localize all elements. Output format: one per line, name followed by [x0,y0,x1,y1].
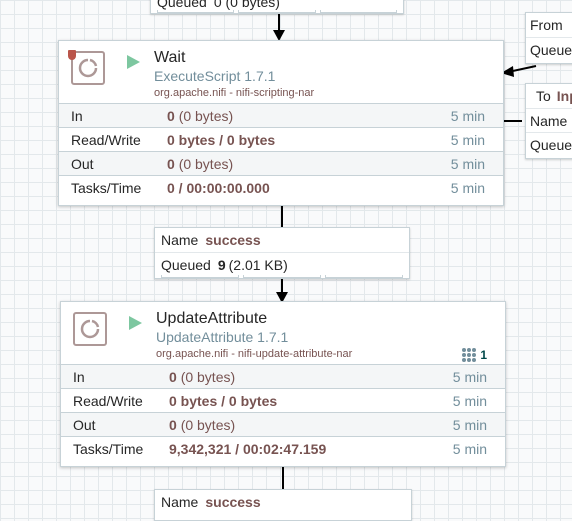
queued-value: 0 (0 bytes) [213,0,280,10]
name-label: Name [530,112,568,129]
stat-bold: 0 [169,416,177,433]
stat-bold: 9,342,321 / 00:02:47.159 [169,441,327,457]
name-label: Name [161,232,199,248]
stat-label: In [71,107,83,124]
connection-queued-row: Queued 9 (2.01 KB) [155,252,409,276]
running-icon [129,316,142,330]
top-connection-label[interactable]: Queued 0 (0 bytes) [150,0,404,14]
stat-rest: (0 bytes) [178,107,234,124]
active-threads: 1 [462,348,487,362]
stat-row-out: Out 0 (0 bytes) 5 min [59,152,503,176]
name-row: Name [526,108,572,132]
processor-gear-icon [71,51,105,85]
queued-label: Queue [530,136,572,153]
stat-time: 5 min [450,180,485,196]
queued-label: Queue [530,41,572,58]
processor-name: UpdateAttribute [156,310,268,327]
stat-label: Out [71,155,94,172]
stat-label: Tasks/Time [73,441,144,457]
processor-updateattribute[interactable]: UpdateAttribute UpdateAttribute 1.7.1 or… [60,301,506,467]
processor-type: UpdateAttribute 1.7.1 [156,329,289,345]
stat-row-tasks: Tasks/Time 9,342,321 / 00:02:47.159 5 mi… [61,437,505,461]
stat-value: 9,342,321 / 00:02:47.159 [169,441,326,457]
name-label: Name [161,494,199,510]
queued-count: 9 [217,256,226,273]
from-row: From [526,13,572,37]
stat-time: 5 min [450,131,485,148]
queued-label: Queued [157,0,207,10]
stat-row-in: In 0 (0 bytes) 5 min [59,104,503,128]
side-connection-from[interactable]: From Queue [525,12,572,64]
stat-time: 5 min [452,416,487,433]
bottom-connection-label[interactable]: Name success [154,489,412,521]
from-label: From [530,17,563,33]
stat-bold: 0 [169,368,177,385]
stat-row-readwrite: Read/Write 0 bytes / 0 bytes 5 min [59,128,503,152]
to-label-text: To [536,88,551,104]
queued-row: Queue [526,37,572,61]
to-row: To Inp [526,84,572,108]
stat-label: In [73,368,85,385]
processor-bundle: org.apache.nifi - nifi-update-attribute-… [156,348,353,360]
stat-rest: (0 bytes) [180,416,236,433]
stat-value: 0 (0 bytes) [167,108,233,124]
stat-value: 0 (0 bytes) [169,417,235,433]
stat-row-tasks: Tasks/Time 0 / 00:00:00.000 5 min [59,176,503,200]
stat-bold: 0 [167,155,175,172]
stat-bold: 0 [167,107,175,124]
to-value: Inp [556,88,572,104]
queued-size: (2.01 KB) [228,256,288,273]
relationship-name: success [205,232,261,248]
processor-wait[interactable]: Wait ExecuteScript 1.7.1 org.apache.nifi… [58,40,504,206]
bulletin-icon[interactable] [68,50,76,60]
processor-type: ExecuteScript 1.7.1 [154,68,276,84]
stat-bold: 0 bytes / 0 bytes [167,131,276,148]
relationship-name: success [205,494,261,510]
stat-label: Out [73,416,96,433]
stat-time: 5 min [452,392,487,409]
flow-canvas[interactable]: Queued 0 (0 bytes) Wait ExecuteScript 1.… [0,0,572,521]
stat-label: Read/Write [73,392,143,409]
processor-stats: In 0 (0 bytes) 5 min Read/Write 0 bytes … [61,364,505,461]
stat-time: 5 min [452,441,487,457]
processor-gear-icon [73,312,107,346]
connection-name-row: Name success [155,490,411,514]
stat-time: 5 min [450,107,485,124]
processor-name: Wait [154,49,186,66]
stat-row-out: Out 0 (0 bytes) 5 min [61,413,505,437]
stat-rest: (0 bytes) [180,368,236,385]
connection-name-row: Name success [155,228,409,252]
running-icon [127,55,140,69]
queue-bar [157,10,397,13]
stat-value: 0 bytes / 0 bytes [167,132,275,148]
stat-label: Read/Write [71,131,141,148]
processor-stats: In 0 (0 bytes) 5 min Read/Write 0 bytes … [59,103,503,200]
success-connection-label[interactable]: Name success Queued 9 (2.01 KB) [154,227,410,279]
queued-row: Queue [526,132,572,156]
stat-value: 0 bytes / 0 bytes [169,393,277,409]
stat-value: 0 / 00:00:00.000 [167,180,270,196]
stat-label: Tasks/Time [71,180,142,196]
processor-bundle: org.apache.nifi - nifi-scripting-nar [154,87,315,99]
queued-label: Queued [161,256,211,273]
stat-bold: 0 / 00:00:00.000 [167,180,270,196]
stat-time: 5 min [452,368,487,385]
stat-bold: 0 bytes / 0 bytes [169,392,278,409]
side-connection-to[interactable]: To Inp Name Queue [525,83,572,159]
queue-bar [161,275,403,278]
active-threads-icon [462,348,477,362]
stat-row-readwrite: Read/Write 0 bytes / 0 bytes 5 min [61,389,505,413]
stat-time: 5 min [450,155,485,172]
stat-value: 0 (0 bytes) [167,156,233,172]
active-threads-count: 1 [480,348,487,362]
stat-value: 0 (0 bytes) [169,369,235,385]
stat-rest: (0 bytes) [178,155,234,172]
stat-row-in: In 0 (0 bytes) 5 min [61,365,505,389]
